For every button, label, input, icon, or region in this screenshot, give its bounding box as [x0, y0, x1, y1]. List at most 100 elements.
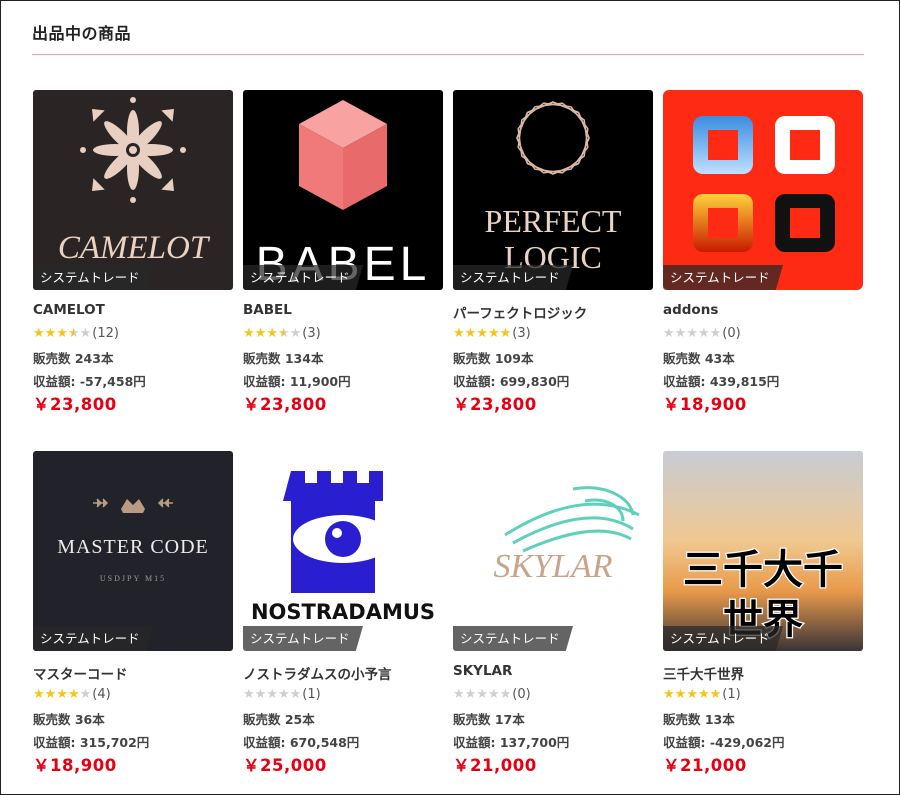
star-icon: ★ — [674, 686, 687, 702]
star-icon: ★ — [289, 325, 302, 341]
star-icon: ★ — [79, 686, 92, 702]
star-icon: ★ — [44, 686, 57, 702]
profit-amount: 収益額: 670,548円 — [243, 735, 360, 750]
review-count: (1) — [722, 686, 741, 702]
review-count: (0) — [722, 325, 741, 341]
product-name[interactable]: ノストラダムスの小予言 — [243, 663, 443, 683]
rating-stars: ★ ★ ★ ★ ★ — [663, 327, 721, 340]
product-price: ￥23,800 — [453, 395, 537, 414]
product-card[interactable]: CAMELOT システムトレード CAMELOT ★ ★ ★ ★ ★ (12) 販売数 … — [33, 90, 233, 414]
product-name[interactable]: SKYLAR — [453, 663, 653, 681]
star-icon: ★ — [453, 686, 465, 702]
category-tag: システムトレード — [33, 265, 153, 290]
product-price: ￥21,000 — [453, 756, 537, 775]
star-icon: ★ — [464, 686, 477, 702]
star-icon: ★ — [686, 686, 698, 702]
review-count: (12) — [92, 325, 119, 341]
sales-count: 販売数 13本 — [663, 712, 735, 727]
product-thumbnail[interactable]: SKYLAR システムトレード — [453, 451, 653, 651]
star-icon: ★ — [243, 325, 255, 341]
product-thumbnail[interactable]: CAMELOT システムトレード — [33, 90, 233, 290]
star-icon: ★ — [79, 325, 92, 341]
product-price: ￥18,900 — [33, 756, 117, 775]
profit-amount: 収益額: -429,062円 — [663, 735, 785, 750]
review-count: (4) — [92, 686, 111, 702]
star-icon: ★ — [67, 686, 80, 702]
product-name[interactable]: addons — [663, 302, 863, 320]
review-count: (1) — [302, 686, 321, 702]
sales-count: 販売数 25本 — [243, 712, 315, 727]
star-icon: ★ — [674, 325, 687, 341]
review-count: (0) — [512, 686, 531, 702]
rating-stars: ★ ★ ★ ★ ★ — [33, 327, 91, 340]
star-icon: ★ — [663, 686, 675, 702]
thumb-text: MASTER CODE — [57, 536, 209, 558]
star-icon: ★ — [499, 686, 512, 702]
thumb-text: NOSTRADAMUS — [251, 600, 435, 624]
profit-amount: 収益額: 439,815円 — [663, 374, 780, 389]
product-price: ￥23,800 — [243, 395, 327, 414]
star-icon: ★ — [709, 325, 722, 341]
product-name[interactable]: BABEL — [243, 302, 443, 320]
star-icon: ★ — [56, 325, 68, 341]
category-tag: システムトレード — [243, 626, 363, 651]
profit-amount: 収益額: -57,458円 — [33, 374, 146, 389]
star-icon: ★ — [453, 325, 465, 341]
star-icon: ★ — [499, 325, 512, 341]
sales-count: 販売数 43本 — [663, 351, 735, 366]
profit-amount: 収益額: 137,700円 — [453, 735, 570, 750]
star-icon: ★ — [476, 686, 488, 702]
product-price: ￥18,900 — [663, 395, 747, 414]
product-card[interactable]: MASTER CODE USDJPY M15 システムトレード マスターコード … — [33, 451, 233, 775]
product-thumbnail[interactable]: MASTER CODE USDJPY M15 システムトレード — [33, 451, 233, 651]
product-thumbnail[interactable]: BABEL システムトレード — [243, 90, 443, 290]
rating: ★ ★ ★ ★ ★ (3) — [243, 324, 443, 342]
star-icon: ★ — [254, 325, 267, 341]
product-name[interactable]: CAMELOT — [33, 302, 233, 320]
star-icon: ★ — [67, 325, 80, 341]
product-card[interactable]: NOSTRADAMUS システムトレード ノストラダムスの小予言 ★ ★ ★ ★ ★ (… — [243, 451, 443, 775]
product-thumbnail[interactable]: 三千大千 世界 システムトレード — [663, 451, 863, 651]
star-icon: ★ — [243, 686, 255, 702]
star-icon: ★ — [289, 686, 302, 702]
star-icon: ★ — [44, 325, 57, 341]
thumb-text: SKYLAR — [493, 548, 612, 585]
product-card[interactable]: システムトレード addons ★ ★ ★ ★ ★ (0) 販売数 43本 収益額: 4… — [663, 90, 863, 414]
product-name[interactable]: パーフェクトロジック — [453, 302, 653, 322]
product-thumbnail[interactable]: NOSTRADAMUS システムトレード — [243, 451, 443, 651]
product-price: ￥21,000 — [663, 756, 747, 775]
review-count: (3) — [302, 325, 321, 341]
product-card[interactable]: BABEL システムトレード BABEL ★ ★ ★ ★ ★ (3) 販売数 134本 … — [243, 90, 443, 414]
rating-stars: ★ ★ ★ ★ ★ — [243, 327, 301, 340]
page-title: 出品中の商品 — [32, 24, 132, 43]
product-thumbnail[interactable]: システムトレード — [663, 90, 863, 290]
star-icon: ★ — [33, 325, 45, 341]
star-icon: ★ — [476, 325, 488, 341]
star-icon: ★ — [56, 686, 68, 702]
product-card[interactable]: SKYLAR システムトレード SKYLAR ★ ★ ★ ★ ★ (0) 販売数 17本… — [453, 451, 653, 775]
product-thumbnail[interactable]: PERFECT LOGIC システムトレード — [453, 90, 653, 290]
star-icon: ★ — [277, 325, 290, 341]
sales-count: 販売数 17本 — [453, 712, 525, 727]
star-icon: ★ — [266, 686, 278, 702]
profit-amount: 収益額: 699,830円 — [453, 374, 570, 389]
page-frame: 出品中の商品 CAMELOT システムトレード CAMELOT ★ ★ ★ ★ ★ (1… — [0, 0, 900, 795]
star-icon: ★ — [697, 686, 710, 702]
product-name[interactable]: マスターコード — [33, 663, 233, 683]
product-card[interactable]: 三千大千 世界 システムトレード 三千大千世界 ★ ★ ★ ★ ★ (1) 販売数 13… — [663, 451, 863, 775]
rating: ★ ★ ★ ★ ★ (3) — [453, 324, 653, 342]
title-divider — [32, 54, 864, 55]
star-icon: ★ — [663, 325, 675, 341]
sales-count: 販売数 134本 — [243, 351, 324, 366]
rating-stars: ★ ★ ★ ★ ★ — [453, 688, 511, 701]
thumb-text: 三千大千 — [683, 546, 843, 593]
profit-amount: 収益額: 11,900円 — [243, 374, 351, 389]
thumb-text: CAMELOT — [58, 230, 211, 266]
star-icon: ★ — [709, 686, 722, 702]
rating: ★ ★ ★ ★ ★ (0) — [663, 324, 863, 342]
product-card[interactable]: PERFECT LOGIC システムトレード パーフェクトロジック ★ ★ ★ ★ ★ … — [453, 90, 653, 414]
product-name[interactable]: 三千大千世界 — [663, 663, 863, 683]
rating-stars: ★ ★ ★ ★ ★ — [453, 327, 511, 340]
sales-count: 販売数 243本 — [33, 351, 114, 366]
sales-count: 販売数 109本 — [453, 351, 534, 366]
